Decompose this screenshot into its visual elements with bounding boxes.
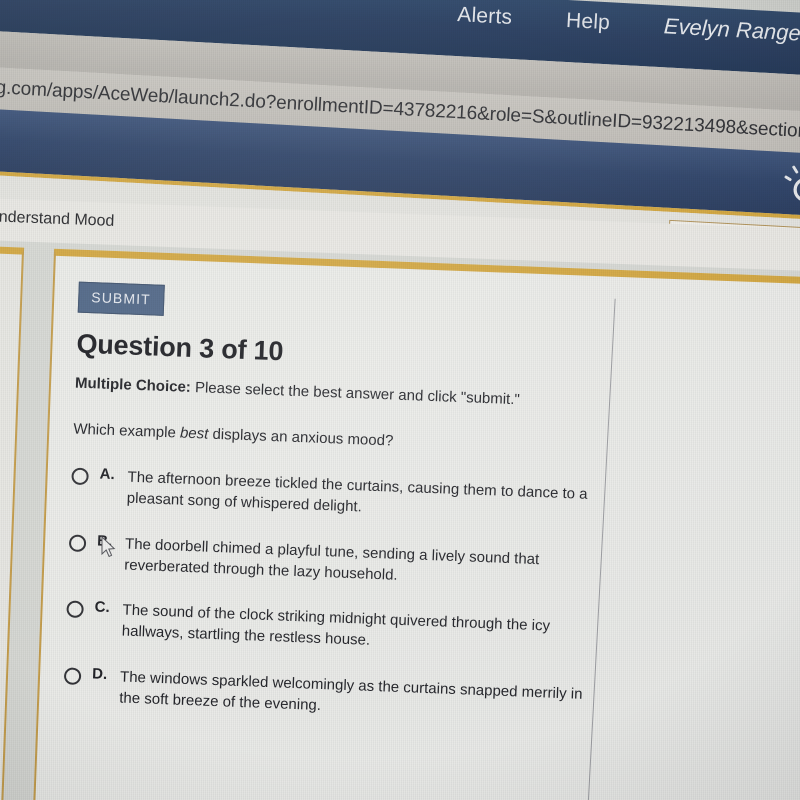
option-letter-a: A. [99,465,115,484]
answer-option-d[interactable]: D. The windows sparkled welcomingly as t… [63,664,604,727]
prompt-part-1: Which example [73,420,181,442]
top-nav-items: Alerts Help Evelyn Rangel [457,2,800,47]
answer-option-a[interactable]: A. The afternoon breeze tickled the curt… [70,465,611,528]
nav-item-alerts[interactable]: Alerts [457,3,513,30]
nav-item-help[interactable]: Help [565,9,610,35]
page-body: Understand Mood SUBMIT Question 3 of 10 … [0,196,800,800]
answer-option-b[interactable]: B. The doorbell chimed a playful tune, s… [68,531,609,594]
option-text-a: The afternoon breeze tickled the curtain… [126,468,588,516]
option-text-c: The sound of the clock striking midnight… [121,601,551,650]
instruction-label: Multiple Choice: [74,374,192,396]
answer-option-c[interactable]: C. The sound of the clock striking midni… [65,598,606,661]
option-text-b: The doorbell chimed a playful tune, send… [123,535,540,584]
nav-user-name[interactable]: Evelyn Rangel [663,13,800,47]
option-text-d: The windows sparkled welcomingly as the … [118,668,583,715]
instruction-text: Please select the best answer and click … [190,378,521,409]
left-nav-rail[interactable] [0,243,25,800]
screenshot-root: Alerts Help Evelyn Rangel exlearning.com… [0,0,800,800]
breadcrumb[interactable]: Understand Mood [0,208,115,231]
answer-options-list: A. The afternoon breeze tickled the curt… [62,465,612,751]
radio-button-a[interactable] [71,467,89,486]
radio-button-d[interactable] [63,667,82,685]
option-letter-b: B. [96,532,113,550]
submit-button[interactable]: SUBMIT [77,281,165,316]
question-prompt: Which example best displays an anxious m… [73,421,394,450]
radio-button-c[interactable] [66,600,84,619]
lightbulb-icon [782,158,800,206]
prompt-emphasis: best [179,424,209,443]
option-letter-d: D. [91,665,108,683]
prompt-part-2: displays an anxious mood? [208,425,394,450]
question-panel: SUBMIT Question 3 of 10 Multiple Choice:… [30,248,800,800]
question-instruction: Multiple Choice: Please select the best … [75,375,520,409]
option-letter-c: C. [94,598,110,617]
question-title: Question 3 of 10 [76,328,284,367]
radio-button-b[interactable] [68,534,87,552]
